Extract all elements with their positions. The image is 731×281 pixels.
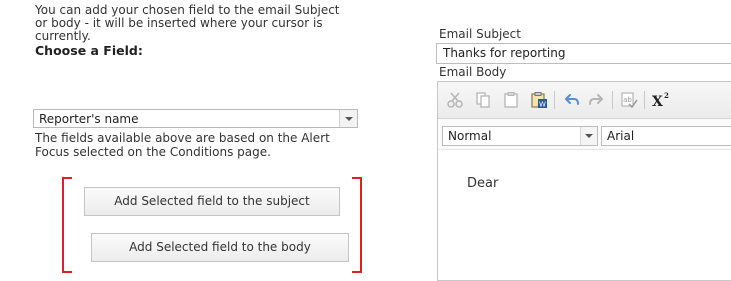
- redo-icon[interactable]: [588, 91, 606, 109]
- intro-text: You can add your chosen field to the ema…: [35, 3, 340, 43]
- undo-icon[interactable]: [562, 91, 580, 109]
- paragraph-style-select[interactable]: Normal: [442, 126, 598, 146]
- svg-text:ab: ab: [623, 96, 632, 104]
- editor-toolbar: W ab X 2: [438, 82, 731, 119]
- chevron-down-icon[interactable]: [339, 110, 357, 127]
- svg-text:W: W: [539, 101, 546, 109]
- field-select[interactable]: Reporter's name: [33, 109, 358, 128]
- copy-icon[interactable]: [474, 91, 492, 109]
- email-body-content[interactable]: Dear: [467, 176, 498, 191]
- choose-field-label: Choose a Field:: [35, 43, 143, 58]
- svg-text:2: 2: [664, 91, 669, 100]
- paste-icon[interactable]: [502, 91, 520, 109]
- email-subject-label: Email Subject: [439, 27, 521, 41]
- font-family-select[interactable]: Arial: [601, 126, 731, 146]
- add-to-body-button[interactable]: Add Selected field to the body: [91, 233, 349, 262]
- chevron-down-icon[interactable]: [580, 127, 597, 145]
- add-to-subject-button[interactable]: Add Selected field to the subject: [84, 187, 340, 216]
- field-help-text: The fields available above are based on …: [35, 131, 330, 159]
- paragraph-style-value: Normal: [448, 129, 492, 143]
- email-body-editor[interactable]: W ab X 2 Normal Arial Dear: [437, 81, 731, 281]
- font-family-value: Arial: [607, 129, 635, 143]
- email-subject-input[interactable]: Thanks for reporting: [436, 43, 731, 64]
- svg-text:X: X: [652, 94, 663, 109]
- cut-icon[interactable]: [446, 91, 464, 109]
- paste-from-word-icon[interactable]: W: [530, 91, 548, 109]
- field-select-value: Reporter's name: [39, 112, 139, 126]
- superscript-icon[interactable]: X 2: [650, 91, 674, 109]
- email-body-label: Email Body: [439, 65, 507, 79]
- format-row: Normal Arial: [438, 119, 731, 150]
- spellcheck-icon[interactable]: ab: [620, 91, 638, 109]
